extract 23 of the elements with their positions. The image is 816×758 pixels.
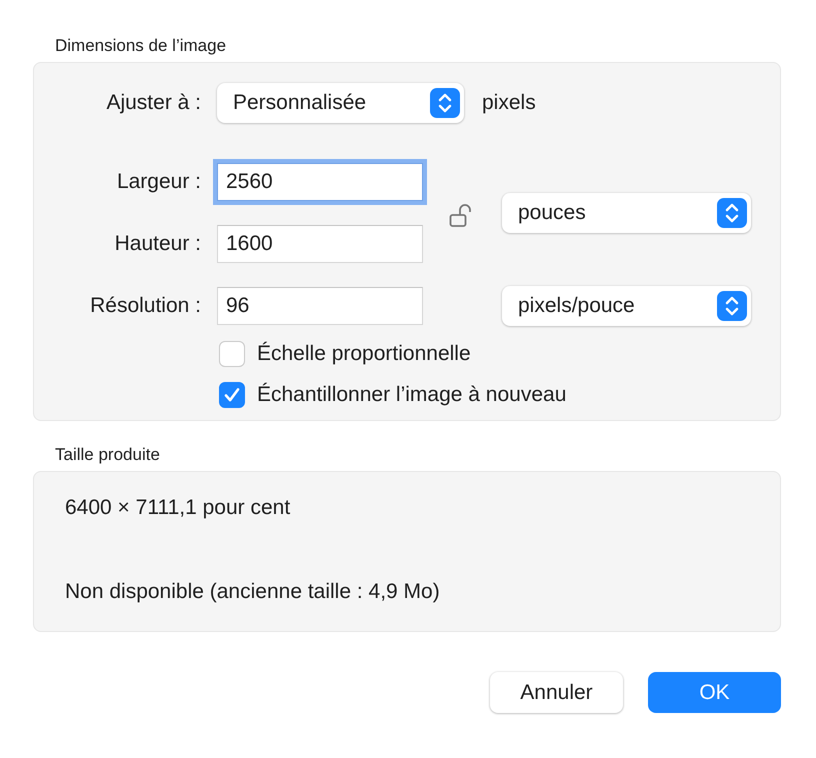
ok-button[interactable]: OK — [648, 672, 781, 713]
info-text: Non disponible (ancienne taille : 4,9 Mo) — [65, 580, 441, 604]
checkbox-label: Échelle proportionnelle — [257, 342, 471, 366]
section-title: Taille produite — [55, 445, 160, 465]
section-title: Dimensions de l’image — [55, 36, 226, 56]
info-text: 6400 × 7111,1 pour cent — [65, 496, 292, 520]
checkbox[interactable] — [219, 382, 245, 408]
number-field[interactable]: 1600 — [217, 225, 423, 263]
cancel-button[interactable]: Annuler — [490, 672, 623, 713]
field-label: Résolution : — [90, 294, 201, 318]
stepper-icon — [430, 88, 460, 118]
stepper-icon — [717, 291, 747, 321]
checkbox-label: Échantillonner l’image à nouveau — [257, 383, 566, 407]
field-label: Ajuster à : — [105, 91, 201, 115]
field-label: Largeur : — [116, 170, 201, 194]
unit-label: pixels — [482, 91, 536, 115]
fit-popup[interactable]: Personnalisée — [217, 83, 464, 123]
number-field[interactable]: 96 — [217, 287, 423, 325]
checkbox[interactable] — [219, 341, 245, 367]
unit-popup[interactable]: pouces — [502, 193, 751, 233]
field-label: Hauteur : — [114, 232, 201, 256]
resolution-unit-popup[interactable]: pixels/pouce — [502, 286, 751, 326]
stepper-icon — [717, 198, 747, 228]
